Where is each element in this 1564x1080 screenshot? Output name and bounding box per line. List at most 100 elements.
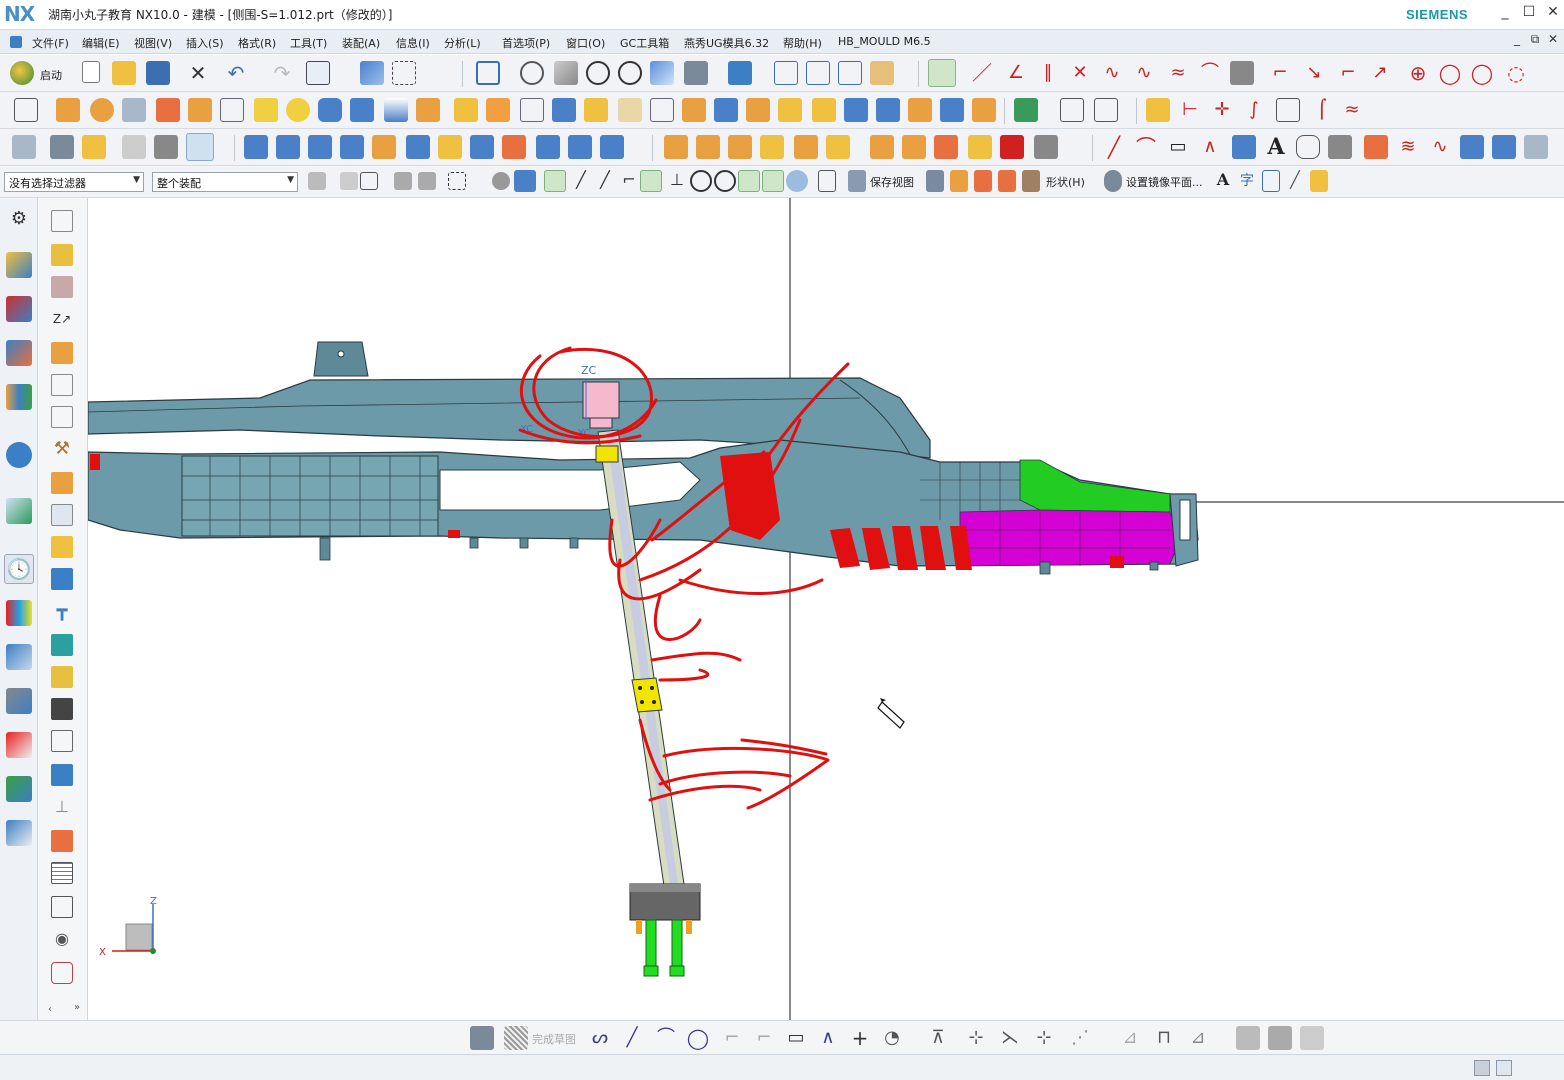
palettes-icon[interactable] — [6, 820, 32, 846]
text-icon[interactable]: A — [1264, 135, 1288, 159]
profile-icon[interactable]: ᔕ — [588, 1026, 612, 1050]
redo-icon[interactable]: ↷ — [270, 61, 294, 85]
orient-icon[interactable] — [618, 61, 642, 85]
pocket-icon[interactable] — [220, 98, 244, 122]
sketch-auto-constraint-icon[interactable]: ⊿ — [1186, 1026, 1210, 1050]
feature-list-icon[interactable] — [12, 135, 36, 159]
replace-icon[interactable] — [934, 135, 958, 159]
boss-icon[interactable] — [188, 98, 212, 122]
bridge-curve-icon[interactable]: ⌒ — [1198, 61, 1222, 85]
undo-icon[interactable]: ↶ — [224, 61, 248, 85]
cooling-icon[interactable] — [51, 698, 73, 720]
swept-icon[interactable] — [308, 135, 332, 159]
manufacturing-wizard-icon[interactable] — [6, 688, 32, 714]
sketch-fillet-tool-icon[interactable]: ⌐ — [720, 1026, 744, 1050]
minimize-button[interactable]: _ — [1496, 4, 1514, 24]
csys-icon[interactable]: Z↗ — [51, 308, 73, 330]
resize-face-icon[interactable] — [908, 98, 932, 122]
gear-icon[interactable]: ⚙ — [6, 206, 32, 232]
arc-icon[interactable]: ◌ — [1504, 61, 1528, 85]
sketch-arc-tool-icon[interactable]: ⌒ — [654, 1026, 678, 1050]
wrap-icon[interactable] — [1364, 135, 1388, 159]
snap-view-icon[interactable] — [360, 61, 384, 85]
pocket-mold-icon[interactable]: ⊥ — [51, 796, 73, 818]
shaded-edge-icon[interactable] — [650, 61, 674, 85]
menu-format[interactable]: 格式(R) — [238, 35, 276, 51]
offset-surface-icon[interactable] — [470, 135, 494, 159]
unite-bodies-icon[interactable] — [664, 135, 688, 159]
shape-menu[interactable]: 形状(H) — [1046, 174, 1085, 190]
feature-playback-icon[interactable] — [82, 135, 106, 159]
polyline-icon[interactable]: ∧ — [1198, 135, 1222, 159]
fillet-sketch-icon[interactable] — [1232, 135, 1256, 159]
cone-icon[interactable] — [384, 98, 408, 122]
measure-distance-icon[interactable] — [950, 170, 968, 192]
datum-csys-icon[interactable] — [1094, 98, 1118, 122]
section-curve-icon[interactable]: ∫ — [1242, 98, 1266, 122]
selection-scope-select[interactable]: 整个装配 ▼ — [152, 172, 298, 192]
sew-icon[interactable] — [600, 135, 624, 159]
parting-icon[interactable] — [51, 276, 73, 298]
system-scene-icon[interactable] — [6, 776, 32, 802]
shape-icon[interactable] — [1296, 135, 1320, 159]
trim-body-icon[interactable] — [682, 98, 706, 122]
menu-file[interactable]: 文件(F) — [32, 35, 69, 51]
scroll-left-icon[interactable]: ‹ — [48, 1004, 52, 1015]
nx5-feature-icon[interactable] — [156, 98, 180, 122]
sketch-line-tool-icon[interactable]: ╱ — [620, 1026, 644, 1050]
trim-icon[interactable]: ⌐ — [1268, 61, 1292, 85]
shape-analysis-icon[interactable] — [1022, 170, 1040, 192]
general-selection-icon[interactable] — [308, 172, 326, 190]
eye-icon[interactable]: ◉ — [51, 928, 73, 950]
snap-intersection-icon[interactable] — [640, 170, 662, 192]
helix-icon[interactable]: ≋ — [1396, 135, 1420, 159]
start-label[interactable]: 启动 — [40, 67, 62, 83]
thicken-icon[interactable] — [746, 98, 770, 122]
snap-perpendicular-icon[interactable]: ⊥ — [666, 170, 688, 192]
reorder-icon[interactable] — [154, 135, 178, 159]
snap-point-icon[interactable] — [928, 59, 956, 87]
patch-body-icon[interactable] — [794, 135, 818, 159]
character-icon[interactable]: 字 — [1238, 170, 1256, 192]
mold-wizard-icon[interactable] — [51, 244, 73, 266]
edge-blend-icon[interactable] — [618, 98, 642, 122]
maximize-button[interactable]: ☐ — [1520, 4, 1538, 24]
doc-minimize-button[interactable]: _ — [1508, 32, 1526, 52]
front-view-icon[interactable] — [774, 61, 798, 85]
menu-window[interactable]: 窗口(O) — [566, 35, 605, 51]
select-solid-icon[interactable] — [514, 170, 536, 192]
highlight-icon[interactable] — [1000, 135, 1024, 159]
layout-icon[interactable] — [51, 374, 73, 396]
menu-hb-mould[interactable]: HB_MOULD M6.5 — [838, 35, 931, 48]
wcs-display-icon[interactable] — [306, 61, 330, 85]
close-button[interactable]: ✕ — [1544, 4, 1562, 24]
menu-assembly[interactable]: 装配(A) — [342, 35, 380, 51]
select-component-icon[interactable] — [394, 172, 412, 190]
menu-info[interactable]: 信息(I) — [396, 35, 430, 51]
menu-view[interactable]: 视图(V) — [134, 35, 172, 51]
move-face-icon[interactable] — [876, 98, 900, 122]
expand-icon[interactable]: » — [74, 1002, 80, 1013]
hd3d-tools-icon[interactable] — [6, 442, 32, 468]
sketch-dimension-tool-icon[interactable]: ⊿ — [1118, 1026, 1142, 1050]
delete-body-icon[interactable] — [870, 135, 894, 159]
extension-icon[interactable] — [502, 135, 526, 159]
menu-insert[interactable]: 插入(S) — [186, 35, 224, 51]
box-select-icon[interactable] — [1034, 135, 1058, 159]
line-icon[interactable]: ／ — [970, 61, 994, 85]
offset-face-icon[interactable] — [454, 98, 478, 122]
nx-menu-icon[interactable] — [10, 36, 22, 48]
sketch-chamfer-tool-icon[interactable]: ⌐ — [752, 1026, 776, 1050]
standard-part-icon[interactable] — [51, 504, 73, 526]
tool-icon[interactable]: ⚒ — [51, 438, 73, 460]
pull-face-icon[interactable] — [940, 98, 964, 122]
pmi-icon[interactable] — [1310, 170, 1328, 192]
top-view-icon[interactable] — [806, 61, 830, 85]
type-filter-select[interactable]: 没有选择过滤器 ▼ — [4, 172, 144, 192]
selection-intent-icon[interactable] — [340, 172, 358, 190]
through-curves-icon[interactable] — [244, 135, 268, 159]
select-body-icon[interactable] — [418, 172, 436, 190]
cylinder-icon[interactable] — [318, 98, 342, 122]
n-sided-icon[interactable] — [372, 135, 396, 159]
draft-icon[interactable] — [584, 98, 608, 122]
